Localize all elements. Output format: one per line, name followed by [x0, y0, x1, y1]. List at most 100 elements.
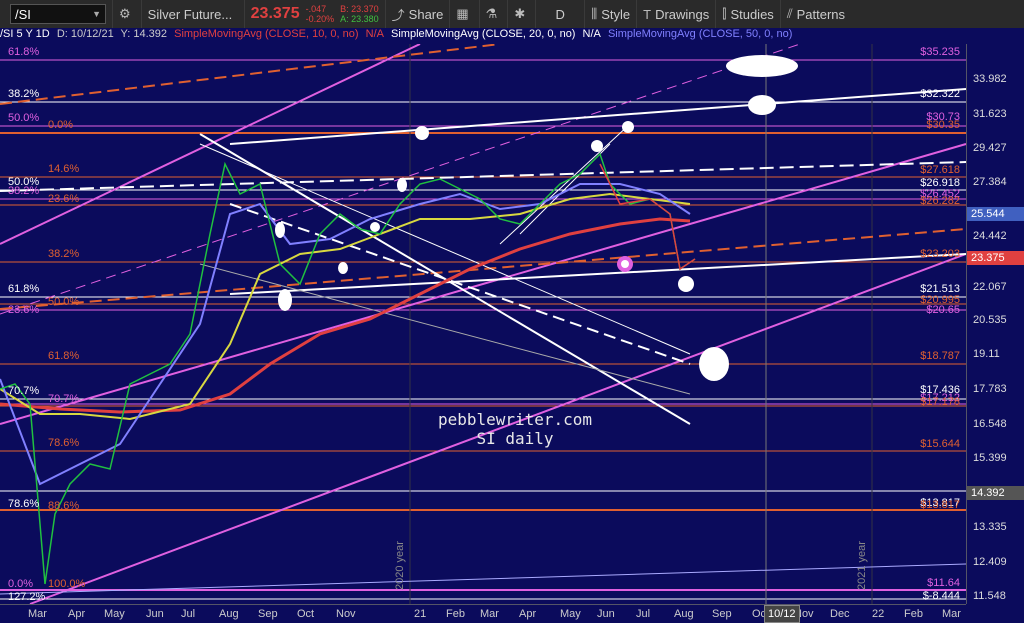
bid-price: B: 23.370 [340, 4, 379, 14]
fib-label: 50.0% [48, 296, 80, 308]
price-axis[interactable]: 33.982 31.623 29.427 27.384 24.442 22.06… [966, 44, 1024, 604]
fib-label: 38.2% [8, 185, 40, 197]
settings-button[interactable]: ✱ [508, 0, 537, 28]
price-tick: 17.783 [973, 383, 1007, 395]
price-chart[interactable] [0, 44, 1024, 622]
trend-channels [0, 44, 967, 605]
study-legend: /SI 5 Y 1D D: 10/12/21 Y: 14.392 SimpleM… [0, 28, 1024, 44]
price-tick: 12.409 [973, 556, 1007, 568]
period-button[interactable]: D [536, 0, 586, 28]
time-tick: Mar [942, 608, 961, 620]
gear-icon: ✱ [514, 6, 526, 21]
style-label: Style [601, 6, 631, 22]
level-label: $26.282 [920, 195, 960, 207]
time-tick: Apr [519, 608, 537, 620]
fib-label: 70.7% [8, 385, 40, 397]
time-tick: May [104, 608, 125, 620]
time-tick: Sep [258, 608, 278, 620]
price-candles [0, 152, 696, 585]
price-tick: 20.535 [973, 314, 1007, 326]
level-label: $27.618 [920, 164, 960, 176]
share-label: Share [408, 6, 444, 22]
sma50-legend[interactable]: SimpleMovingAvg (CLOSE, 50, 0, no) [608, 28, 792, 40]
sma10-legend[interactable]: SimpleMovingAvg (CLOSE, 10, 0, no) [174, 28, 358, 40]
level-label: $13.817 [920, 499, 960, 511]
fib-label: 0.0% [8, 578, 34, 590]
time-tick: Sep [712, 608, 732, 620]
calendar-button[interactable]: ▦ [450, 0, 480, 28]
level-label: $30.35 [926, 119, 960, 131]
symbol-description: Silver Future... [142, 0, 245, 28]
time-tick: Jul [181, 608, 196, 620]
level-label: $32.322 [920, 88, 960, 100]
symbol-settings-button[interactable]: ⚙ [113, 0, 142, 28]
sma10-value: N/A [365, 28, 384, 40]
level-label: $20.65 [926, 304, 960, 316]
candlestick-icon: ⫼ [591, 6, 598, 21]
lab-button[interactable]: ⚗ [480, 0, 509, 28]
top-toolbar: /SI ▼ ⚙ Silver Future... 23.375 -.047 -0… [0, 0, 1024, 29]
net-change: -.047 [305, 4, 327, 14]
fib-label: 127.2% [8, 591, 46, 603]
share-button[interactable]: ⤴ Share [386, 0, 451, 28]
price-tick: 15.399 [973, 452, 1007, 464]
time-tick: Apr [68, 608, 86, 620]
drawings-label: Drawings [655, 6, 710, 22]
fib-label: 61.8% [8, 283, 40, 295]
time-tick: 22 [872, 608, 885, 620]
price-tick: 13.335 [973, 521, 1007, 533]
drawings-button[interactable]: T Drawings [637, 0, 717, 28]
time-tick: Oct [297, 608, 315, 620]
watermark-line2: SI daily [476, 429, 554, 448]
fib-label: 38.2% [8, 88, 40, 100]
symbol-selector[interactable]: /SI ▼ [0, 0, 113, 28]
price-tick: 19.11 [973, 348, 1000, 360]
price-tick: 22.067 [973, 281, 1007, 293]
fib-label: 61.8% [8, 46, 40, 58]
studies-button[interactable]: ⫿ Studies [716, 0, 781, 28]
price-tick: 27.384 [973, 176, 1007, 188]
fib-label: 61.8% [48, 350, 80, 362]
studies-label: Studies [730, 6, 774, 22]
fib-label: 23.6% [8, 304, 40, 316]
fib-label: 23.6% [48, 193, 80, 205]
chevron-down-icon[interactable]: ▼ [92, 9, 101, 19]
time-tick: Jul [636, 608, 651, 620]
price-tick: 29.427 [973, 142, 1007, 154]
fib-label: 100.0% [48, 578, 86, 590]
time-tick: Jun [597, 608, 615, 620]
level-label: $18.787 [920, 350, 960, 362]
level-label: $15.644 [920, 438, 960, 450]
cursor-date: D: 10/12/21 [56, 28, 114, 40]
fib-levels [0, 59, 966, 600]
year-label-2020: 2020 year [394, 541, 406, 590]
calendar-icon: ▦ [456, 6, 469, 21]
last-price-box: 23.375 -.047 -0.20% B: 23.370 A: 23.380 [245, 0, 386, 28]
year-label-2021: 2021 year [856, 541, 868, 590]
time-tick: Feb [446, 608, 465, 620]
fib-label: 0.0% [48, 119, 74, 131]
level-label: $-8.444 [922, 590, 960, 602]
share-icon: ⤴ [391, 7, 405, 23]
price-tick: 11.548 [973, 590, 1006, 602]
symbol-input[interactable]: /SI ▼ [10, 4, 106, 24]
fib-label: 14.6% [48, 163, 80, 175]
price-tick: 33.982 [973, 73, 1007, 85]
price-tick: 31.623 [973, 108, 1007, 120]
time-axis[interactable]: Mar Apr May Jun Jul Aug Sep Oct Nov 21 F… [0, 604, 966, 623]
fib-label: 78.6% [8, 498, 40, 510]
level-label: $17.178 [920, 396, 960, 408]
patterns-button[interactable]: ⫽ Patterns [781, 0, 851, 28]
sliders-icon: ⚙ [119, 6, 131, 21]
sma20-legend[interactable]: SimpleMovingAvg (CLOSE, 20, 0, no) [391, 28, 575, 40]
time-tick: Feb [904, 608, 923, 620]
ask-price: A: 23.380 [340, 14, 379, 24]
sma20-value: N/A [582, 28, 601, 40]
price-tick: 24.442 [973, 230, 1007, 242]
style-button[interactable]: ⫼ Style [585, 0, 638, 28]
patterns-label: Patterns [796, 6, 846, 22]
time-tick: 21 [414, 608, 427, 620]
net-change-pct: -0.20% [305, 14, 335, 24]
sma20-line [0, 192, 691, 421]
level-label: $11.64 [927, 577, 960, 589]
